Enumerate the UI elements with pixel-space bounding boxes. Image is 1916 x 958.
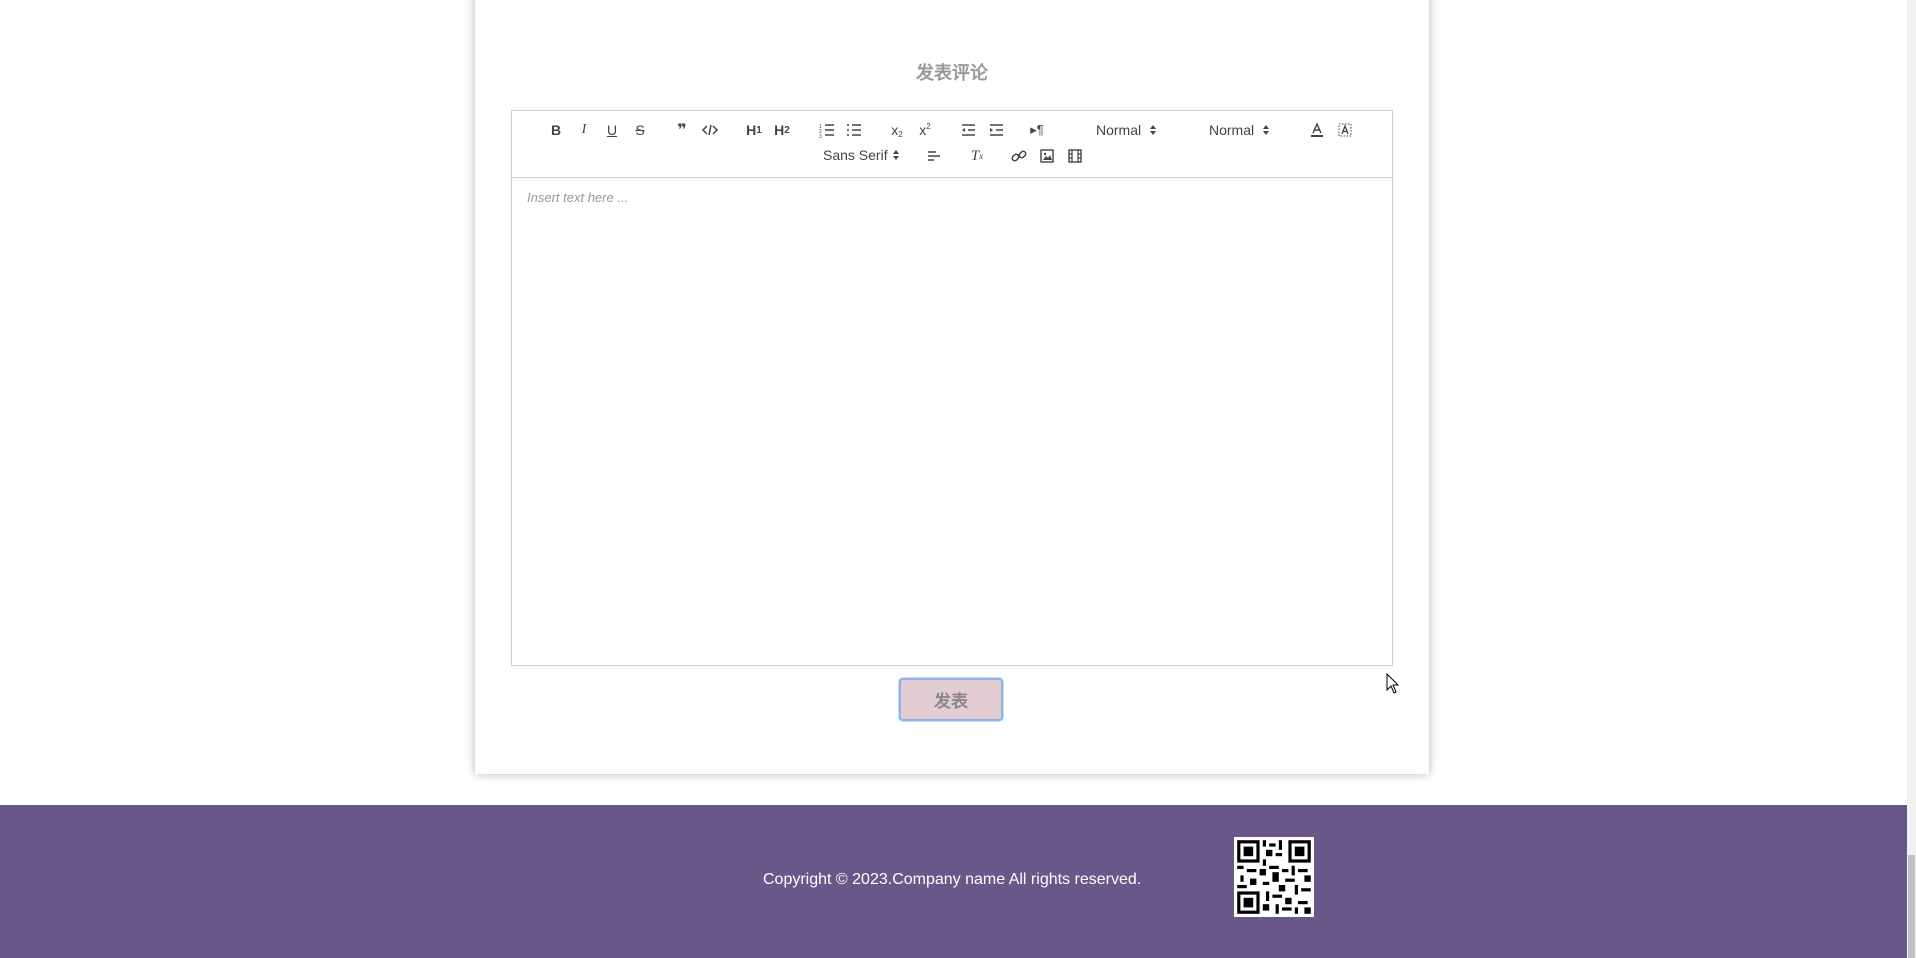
updown-arrow-icon [1263, 125, 1270, 135]
strike-icon[interactable]: S [629, 120, 651, 140]
text-direction-icon[interactable]: ▸¶ [1026, 120, 1048, 140]
font-picker-label: Sans Serif [823, 147, 888, 163]
page-footer: Copyright © 2023.Company name All rights… [0, 805, 1907, 958]
blockquote-icon[interactable]: ❞ [671, 120, 693, 140]
comment-section-title: 发表评论 [916, 63, 988, 83]
page-scrollbar[interactable] [1907, 0, 1916, 958]
indent-icon[interactable] [985, 120, 1007, 140]
editor-content-area[interactable]: Insert text here ... [512, 178, 1392, 665]
footer-copyright: Copyright © 2023.Company name All rights… [763, 871, 1142, 888]
h1-icon[interactable]: H1 [743, 120, 765, 140]
link-icon[interactable] [1008, 146, 1030, 166]
submit-comment-button[interactable]: 发表 [899, 678, 1003, 721]
bold-icon[interactable]: B [545, 120, 567, 140]
updown-arrow-icon [892, 150, 899, 160]
mouse-cursor-icon [1386, 673, 1400, 694]
ordered-list-icon[interactable]: 123 [816, 120, 838, 140]
outdent-icon[interactable] [957, 120, 979, 140]
italic-icon[interactable]: I [573, 120, 595, 140]
video-icon[interactable] [1064, 146, 1086, 166]
bullet-list-icon[interactable] [843, 120, 865, 140]
size-picker-label: Normal [1209, 122, 1255, 138]
code-block-icon[interactable] [699, 120, 721, 140]
subscript-icon[interactable]: x2 [886, 120, 908, 140]
background-color-icon[interactable] [1334, 120, 1356, 140]
qr-code-image [1234, 837, 1314, 917]
svg-text:3: 3 [819, 134, 822, 139]
image-icon[interactable] [1036, 146, 1058, 166]
font-color-icon[interactable] [1306, 120, 1328, 140]
underline-icon[interactable]: U [601, 120, 623, 140]
superscript-icon[interactable]: x2 [914, 120, 936, 140]
header-picker-label: Normal [1096, 122, 1142, 138]
scrollbar-thumb[interactable] [1908, 855, 1915, 958]
rich-text-editor: B I U S ❞ H1 H2 123 x2 x2 ▸¶ Normal Norm… [511, 110, 1393, 666]
align-left-icon[interactable] [923, 146, 945, 166]
editor-toolbar: B I U S ❞ H1 H2 123 x2 x2 ▸¶ Normal Norm… [512, 111, 1392, 178]
size-picker[interactable]: Normal [1209, 120, 1270, 140]
clear-format-icon[interactable]: Tx [966, 146, 988, 166]
h2-icon[interactable]: H2 [771, 120, 793, 140]
updown-arrow-icon [1150, 125, 1157, 135]
comment-card: 发表评论 B I U S ❞ H1 H2 123 x2 x2 ▸¶ Normal… [475, 0, 1429, 774]
font-picker[interactable]: Sans Serif [823, 145, 900, 165]
editor-placeholder: Insert text here ... [527, 190, 629, 205]
header-picker[interactable]: Normal [1096, 120, 1157, 140]
